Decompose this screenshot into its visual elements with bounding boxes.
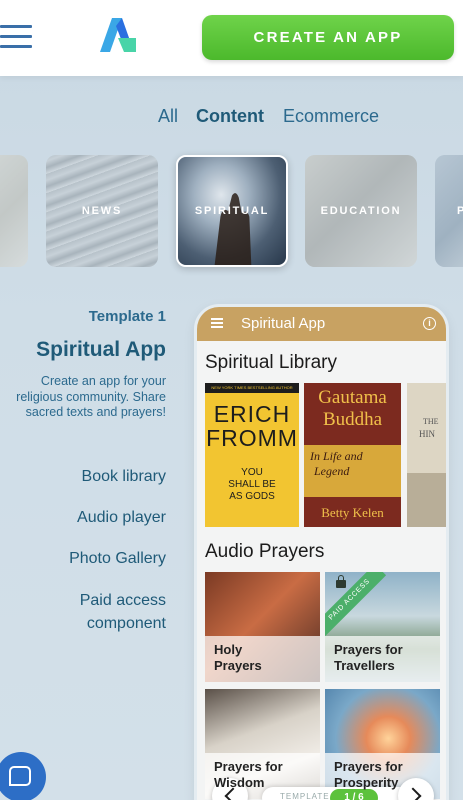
hamburger-menu-icon[interactable] (0, 25, 32, 49)
audio-card-caption: Holy Prayers (214, 642, 262, 673)
template-description: Create an app for your religious communi… (16, 374, 166, 419)
book-card-fromm[interactable]: NEW YORK TIMES BESTSELLING AUTHOR ERICH … (205, 383, 299, 527)
top-header: CREATE AN APP (0, 0, 463, 76)
audio-section-title: Audio Prayers (205, 541, 325, 562)
audio-card-holy-prayers[interactable]: Holy Prayers (205, 572, 320, 682)
tab-content[interactable]: Content (196, 106, 264, 127)
feature-audio-player[interactable]: Audio player (77, 506, 166, 529)
book-subtitle-2: SHALL BE (228, 479, 276, 490)
book-card-buddha[interactable]: Gautama Buddha In Life and Legend Betty … (304, 383, 401, 527)
book-sub-1: In Life and (310, 449, 363, 463)
audio-card-caption: Prayers for Prosperity (334, 759, 403, 790)
category-card-spiritual[interactable]: SPIRITUAL (176, 155, 288, 267)
book-author-last: FROMM (206, 425, 298, 451)
paid-access-ribbon: PAID ACCESS (325, 572, 387, 637)
phone-app-title: Spiritual App (241, 315, 326, 332)
book-banner: NEW YORK TIMES BESTSELLING AUTHOR (205, 383, 299, 393)
book3-relief (407, 473, 446, 527)
category-card-education[interactable]: EDUCATION (305, 155, 417, 267)
feature-photo-gallery[interactable]: Photo Gallery (69, 547, 166, 570)
book3-title-1: THE (423, 417, 439, 426)
lock-icon (336, 575, 346, 588)
category-card-news[interactable]: NEWS (46, 155, 158, 267)
chat-support-button[interactable] (0, 752, 46, 800)
template-number: Template 1 (88, 308, 166, 325)
phone-menu-icon[interactable] (211, 318, 223, 328)
book-sub-2: Legend (314, 464, 350, 478)
app-logo-icon[interactable] (98, 16, 138, 54)
feature-paid-access[interactable]: Paid access component (16, 589, 166, 635)
book-card-partial[interactable]: THE HIN (407, 383, 446, 527)
book-author-first: ERICH (213, 401, 291, 427)
audio-card-caption: Prayers for Travellers (334, 642, 403, 673)
template-title: Spiritual App (36, 338, 166, 361)
audio-card-caption: Prayers for Wisdom (214, 759, 283, 790)
chat-bubble-icon (9, 766, 31, 786)
book-subtitle-1: YOU (241, 467, 263, 478)
category-card-previous[interactable] (0, 155, 28, 267)
book-author: Betty Kelen (321, 505, 384, 520)
tab-all[interactable]: All (158, 106, 178, 127)
category-card-next[interactable]: P (435, 155, 463, 267)
category-tabs: All Content Ecommerce (0, 106, 463, 130)
phone-preview: Spiritual App i Spiritual Library NEW YO… (197, 307, 446, 800)
book3-title-2: HIN (419, 429, 435, 439)
book-subtitle-3: AS GODS (229, 491, 275, 502)
create-app-button[interactable]: CREATE AN APP (202, 15, 454, 60)
audio-card-wisdom[interactable]: Prayers for Wisdom (205, 689, 320, 799)
category-carousel: NEWS SPIRITUAL EDUCATION P (0, 155, 463, 267)
book-title-2: Buddha (322, 409, 383, 430)
audio-card-travellers[interactable]: PAID ACCESS Prayers for Travellers (325, 572, 440, 682)
info-icon[interactable]: i (423, 317, 436, 330)
library-section-title: Spiritual Library (205, 352, 337, 373)
book-title-1: Gautama (318, 387, 387, 408)
feature-book-library[interactable]: Book library (82, 465, 166, 488)
tab-ecommerce[interactable]: Ecommerce (283, 106, 379, 127)
phone-app-bar: Spiritual App i (197, 307, 446, 341)
pager-label: TEMPLATE (280, 792, 330, 800)
